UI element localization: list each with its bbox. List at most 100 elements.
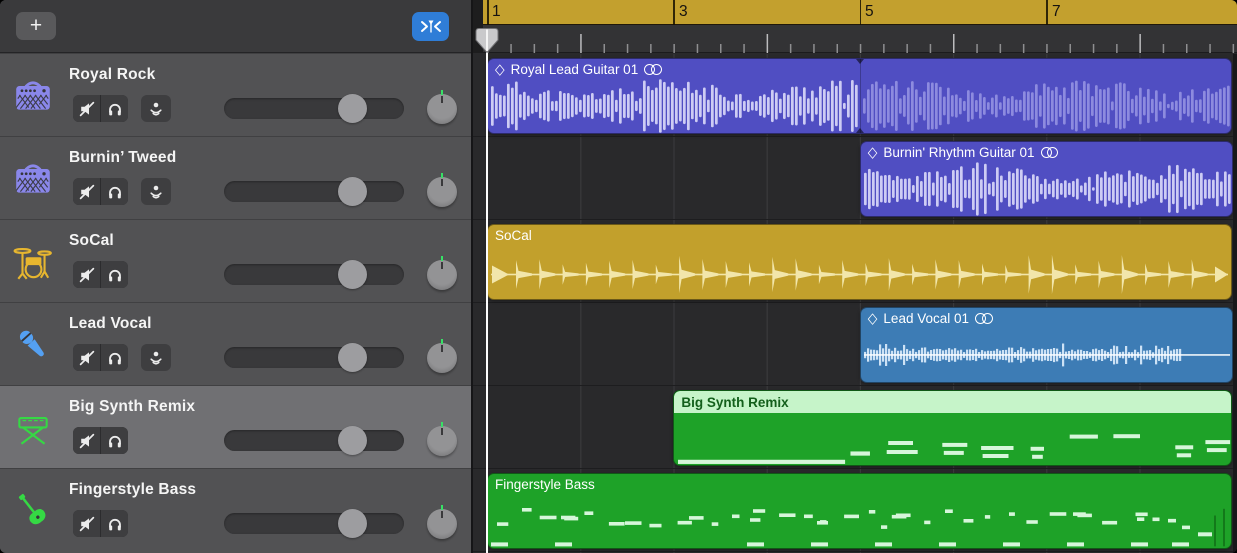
catch-playhead-icon bbox=[419, 17, 443, 36]
bar-number: 7 bbox=[1052, 3, 1061, 21]
region-header-selected: Big Synth Remix bbox=[674, 391, 1231, 413]
volume-slider[interactable] bbox=[224, 513, 404, 534]
bar-line bbox=[673, 0, 675, 25]
pan-knob[interactable] bbox=[427, 260, 457, 290]
track-lanes: ◇ Royal Lead Guitar 01 ◇ Burnin' Rhythm … bbox=[473, 54, 1237, 553]
track-name: Royal Rock bbox=[69, 66, 155, 84]
tracks-timeline: 1 3 5 7 ◇ bbox=[473, 0, 1237, 553]
mute-solo-group bbox=[73, 95, 128, 122]
amp-icon bbox=[12, 158, 54, 200]
bass-guitar-icon bbox=[12, 490, 54, 532]
ruler-tick-area bbox=[473, 26, 1237, 53]
midi-notes bbox=[675, 414, 1232, 466]
track-row-fingerstyle-bass[interactable]: Fingerstyle Bass bbox=[0, 468, 471, 551]
region-lead-vocal-01[interactable]: ◇ Lead Vocal 01 bbox=[860, 307, 1233, 383]
audio-waveform bbox=[862, 162, 1232, 216]
mute-button[interactable] bbox=[73, 95, 100, 122]
loop-icon: ◇ bbox=[868, 309, 878, 327]
pan-knob[interactable] bbox=[427, 94, 457, 124]
track-row-royal-rock[interactable]: Royal Rock bbox=[0, 53, 471, 136]
panel-toolbar: + bbox=[0, 0, 471, 53]
region-header: ◇ Lead Vocal 01 bbox=[868, 311, 993, 326]
solo-button[interactable] bbox=[101, 178, 128, 205]
solo-button[interactable] bbox=[101, 261, 128, 288]
loop-icon: ◇ bbox=[868, 143, 878, 161]
volume-slider[interactable] bbox=[224, 430, 404, 451]
volume-slider[interactable] bbox=[224, 347, 404, 368]
region-header: Fingerstyle Bass bbox=[495, 477, 595, 492]
region-header: ◇ Burnin' Rhythm Guitar 01 bbox=[868, 145, 1058, 160]
mute-button[interactable] bbox=[73, 261, 100, 288]
catch-playhead-button[interactable] bbox=[412, 12, 449, 41]
volume-slider-knob[interactable] bbox=[338, 94, 367, 123]
volume-slider[interactable] bbox=[224, 264, 404, 285]
region-label: Royal Lead Guitar 01 bbox=[511, 62, 639, 77]
input-monitoring-icon bbox=[147, 100, 165, 118]
stereo-icon bbox=[644, 64, 662, 75]
stereo-icon bbox=[975, 313, 993, 324]
input-monitoring-icon bbox=[147, 183, 165, 201]
region-socal[interactable]: SoCal bbox=[487, 224, 1232, 300]
pan-knob[interactable] bbox=[427, 426, 457, 456]
track-row-lead-vocal[interactable]: Lead Vocal bbox=[0, 302, 471, 385]
pan-knob[interactable] bbox=[427, 509, 457, 539]
region-burnin-rhythm-guitar-01[interactable]: ◇ Burnin' Rhythm Guitar 01 bbox=[860, 141, 1233, 217]
timeline-ruler[interactable]: 1 3 5 7 bbox=[473, 0, 1237, 53]
region-label: Fingerstyle Bass bbox=[495, 477, 595, 492]
volume-slider-knob[interactable] bbox=[338, 177, 367, 206]
track-row-socal[interactable]: SoCal bbox=[0, 219, 471, 302]
drums-icon bbox=[12, 241, 54, 283]
midi-notes bbox=[489, 492, 1232, 548]
region-label: SoCal bbox=[495, 228, 532, 243]
pan-knob[interactable] bbox=[427, 343, 457, 373]
volume-slider[interactable] bbox=[224, 181, 404, 202]
volume-slider[interactable] bbox=[224, 98, 404, 119]
track-row-big-synth-remix[interactable]: Big Synth Remix bbox=[0, 385, 471, 468]
track-name: Fingerstyle Bass bbox=[69, 481, 196, 499]
track-name: SoCal bbox=[69, 232, 114, 250]
region-label: Burnin' Rhythm Guitar 01 bbox=[883, 145, 1034, 160]
mute-speaker-icon bbox=[78, 515, 96, 533]
beat-ticks bbox=[473, 26, 1237, 53]
mute-button[interactable] bbox=[73, 427, 100, 454]
playhead-handle[interactable] bbox=[474, 27, 500, 54]
bar-number: 3 bbox=[679, 3, 688, 21]
region-fingerstyle-bass[interactable]: Fingerstyle Bass bbox=[487, 473, 1232, 549]
solo-button[interactable] bbox=[101, 510, 128, 537]
volume-slider-knob[interactable] bbox=[338, 509, 367, 538]
audio-waveform-loop bbox=[861, 79, 1231, 133]
input-monitoring-button[interactable] bbox=[141, 95, 171, 122]
track-row-burnin-tweed[interactable]: Burnin’ Tweed bbox=[0, 136, 471, 219]
mute-button[interactable] bbox=[73, 178, 100, 205]
region-royal-lead-guitar-01[interactable]: ◇ Royal Lead Guitar 01 bbox=[487, 58, 1232, 134]
playhead[interactable] bbox=[486, 34, 488, 553]
solo-button[interactable] bbox=[101, 344, 128, 371]
mute-button[interactable] bbox=[73, 344, 100, 371]
region-label: Lead Vocal 01 bbox=[883, 311, 969, 326]
region-header: SoCal bbox=[495, 228, 532, 243]
solo-headphones-icon bbox=[106, 515, 124, 533]
volume-slider-knob[interactable] bbox=[338, 426, 367, 455]
solo-headphones-icon bbox=[106, 266, 124, 284]
input-monitoring-button[interactable] bbox=[141, 344, 171, 371]
volume-slider-knob[interactable] bbox=[338, 343, 367, 372]
stereo-icon bbox=[1041, 147, 1059, 158]
region-big-synth-remix[interactable]: Big Synth Remix bbox=[673, 390, 1232, 466]
solo-button[interactable] bbox=[101, 95, 128, 122]
loop-boundary bbox=[860, 59, 861, 133]
input-monitoring-button[interactable] bbox=[141, 178, 171, 205]
track-header-panel: + R bbox=[0, 0, 473, 553]
track-name: Burnin’ Tweed bbox=[69, 149, 176, 167]
lanes-right-edge bbox=[1233, 54, 1237, 553]
pan-knob[interactable] bbox=[427, 177, 457, 207]
add-track-button[interactable]: + bbox=[16, 12, 56, 40]
track-name: Big Synth Remix bbox=[69, 398, 195, 416]
solo-headphones-icon bbox=[106, 100, 124, 118]
mute-button[interactable] bbox=[73, 510, 100, 537]
cycle-region-band[interactable]: 1 3 5 7 bbox=[483, 0, 1237, 25]
volume-slider-knob[interactable] bbox=[338, 260, 367, 289]
region-label: Big Synth Remix bbox=[681, 395, 788, 410]
mute-speaker-icon bbox=[78, 432, 96, 450]
solo-button[interactable] bbox=[101, 427, 128, 454]
mute-solo-group bbox=[73, 261, 128, 288]
